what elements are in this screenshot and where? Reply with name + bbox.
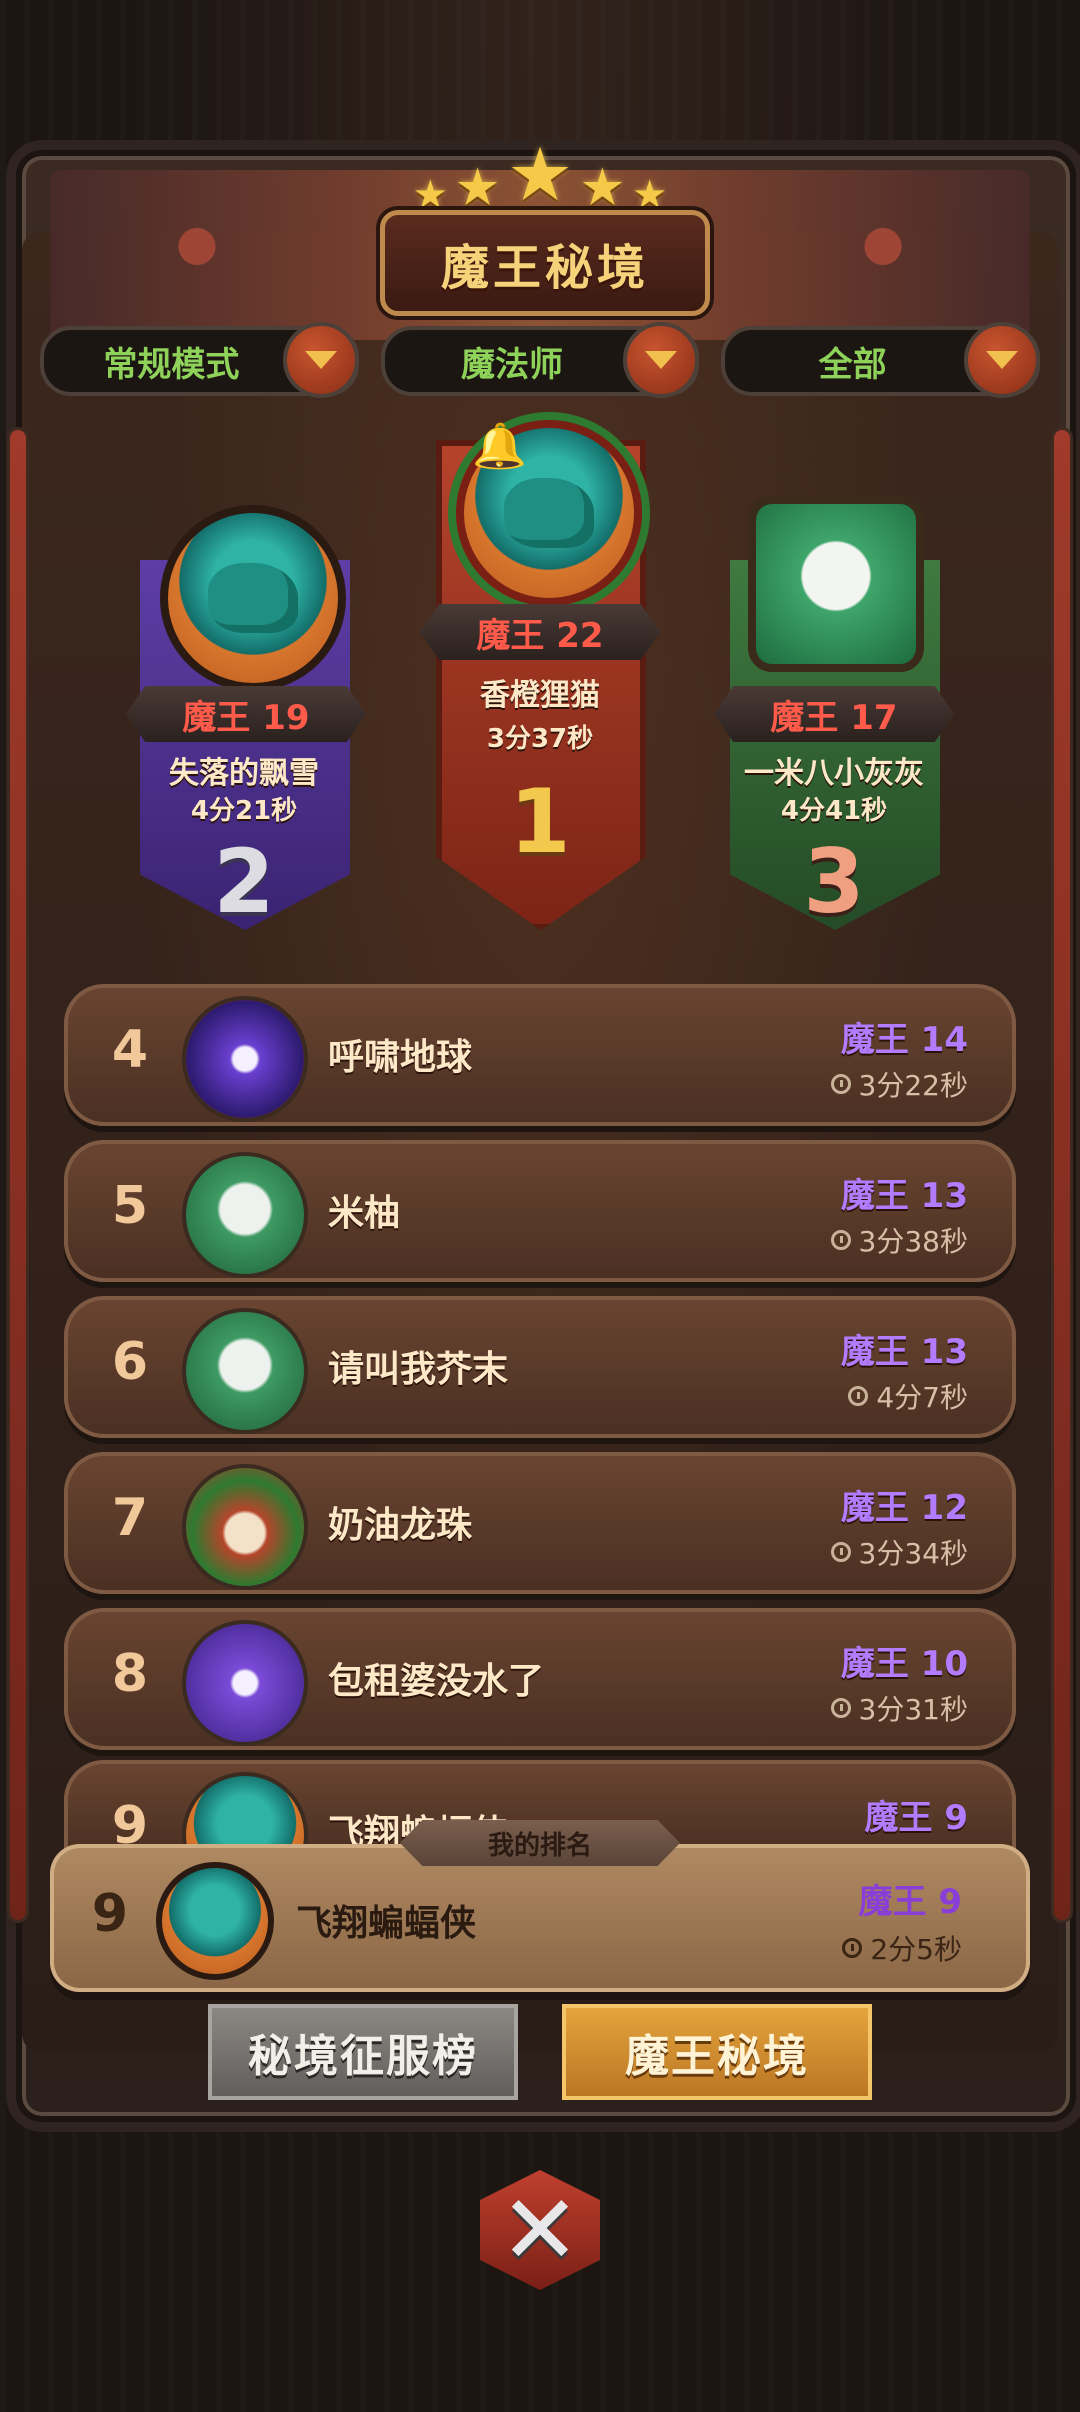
podium-first-name: 香橙狸猫 [480, 678, 600, 713]
row-level: 魔王 10 [840, 1644, 968, 1684]
row-time: 3分22秒 [830, 1064, 968, 1104]
right-rail [1054, 430, 1070, 1920]
class-filter-dropdown[interactable]: 魔法师 [380, 322, 700, 398]
row-time: 3分34秒 [830, 1532, 968, 1572]
tab-demon-realm[interactable]: 魔王秘境 [562, 2004, 872, 2100]
podium-first-rank: 1 [509, 770, 571, 873]
clock-icon [830, 1230, 851, 1250]
podium-first-level: 魔王 22 [476, 615, 604, 656]
filter-bar: 常规模式 魔法师 全部 [40, 322, 1041, 398]
my-level: 魔王 9 [858, 1882, 963, 1922]
avatar[interactable] [182, 1620, 308, 1746]
chevron-down-icon[interactable] [623, 322, 700, 398]
row-time-text: 3分38秒 [858, 1225, 968, 1258]
tab-conquest-label: 秘境征服榜 [248, 2031, 478, 2082]
my-ranking-label: 我的排名 [487, 1830, 592, 1861]
clock-icon [842, 1938, 863, 1958]
my-time-text: 2分5秒 [870, 1933, 962, 1966]
table-row[interactable]: 7 奶油龙珠 魔王 12 3分34秒 [64, 1452, 1016, 1594]
row-time: 4分7秒 [848, 1376, 968, 1416]
podium-third-time: 4分41秒 [780, 796, 888, 826]
row-level: 魔王 12 [840, 1488, 968, 1528]
podium-second-rank: 2 [213, 830, 275, 933]
table-row[interactable]: 6 请叫我芥末 魔王 13 4分7秒 [64, 1296, 1016, 1438]
row-time: 3分31秒 [830, 1688, 968, 1728]
podium-second-time: 4分21秒 [190, 796, 298, 826]
chevron-down-icon[interactable] [964, 322, 1041, 398]
row-rank: 5 [111, 1176, 149, 1236]
scope-filter-label: 全部 [818, 344, 887, 385]
star-icon: ★ [506, 132, 574, 218]
clock-icon [848, 1386, 869, 1406]
row-level: 魔王 13 [840, 1332, 968, 1372]
row-level: 魔王 13 [840, 1176, 968, 1216]
avatar[interactable] [182, 996, 308, 1122]
my-ranking-row[interactable]: 9 飞翔蝙蝠侠 魔王 9 2分5秒 [50, 1844, 1030, 1992]
avatar[interactable] [160, 505, 346, 691]
row-name: 包租婆没水了 [328, 1661, 545, 1702]
clock-icon [830, 1542, 851, 1562]
podium-third-name: 一米八小灰灰 [744, 756, 924, 791]
my-name: 飞翔蝙蝠侠 [296, 1903, 477, 1944]
page-title-plate: 魔王秘境 [380, 210, 710, 316]
tab-demon-label: 魔王秘境 [625, 2031, 809, 2082]
avatar[interactable] [748, 496, 924, 672]
page-title: 魔王秘境 [440, 240, 649, 296]
podium-third-rank: 3 [803, 830, 865, 933]
row-name: 请叫我芥末 [328, 1349, 509, 1390]
avatar[interactable] [182, 1152, 308, 1278]
level-ribbon: 魔王 19 [126, 686, 366, 742]
podium-second-name: 失落的飘雪 [169, 756, 319, 791]
clock-icon [830, 1074, 851, 1094]
table-row[interactable]: 4 呼啸地球 魔王 14 3分22秒 [64, 984, 1016, 1126]
row-name: 奶油龙珠 [328, 1505, 473, 1546]
clock-icon [830, 1698, 851, 1718]
row-rank: 4 [111, 1020, 149, 1080]
bell-icon: 🔔 [472, 421, 527, 472]
table-row[interactable]: 8 包租婆没水了 魔王 10 3分31秒 [64, 1608, 1016, 1750]
row-level: 魔王 14 [840, 1020, 968, 1060]
avatar[interactable] [182, 1464, 308, 1590]
row-rank: 6 [111, 1332, 149, 1392]
row-rank: 7 [111, 1488, 149, 1548]
row-name: 呼啸地球 [328, 1037, 473, 1078]
row-time-text: 3分34秒 [858, 1537, 968, 1570]
row-time-text: 3分22秒 [858, 1069, 968, 1102]
table-row[interactable]: 5 米柚 魔王 13 3分38秒 [64, 1140, 1016, 1282]
chevron-down-icon[interactable] [282, 322, 359, 398]
row-level: 魔王 9 [864, 1798, 969, 1838]
scope-filter-dropdown[interactable]: 全部 [721, 322, 1041, 398]
podium-third-level: 魔王 17 [770, 697, 898, 738]
avatar[interactable] [182, 1308, 308, 1434]
row-time-text: 3分31秒 [858, 1693, 968, 1726]
star-icon: ★ [579, 158, 626, 218]
my-ranking-tag: 我的排名 [400, 1820, 680, 1866]
my-time: 2分5秒 [842, 1928, 962, 1968]
row-time-text: 4分7秒 [876, 1381, 968, 1414]
podium-second-level: 魔王 19 [182, 697, 310, 738]
mode-filter-dropdown[interactable]: 常规模式 [40, 322, 359, 398]
level-ribbon: 魔王 22 [420, 604, 660, 660]
star-rating: ★ ★ ★ ★ ★ [0, 132, 1080, 218]
row-name: 米柚 [328, 1193, 401, 1234]
avatar[interactable] [156, 1862, 274, 1980]
row-rank: 8 [111, 1644, 149, 1704]
close-button[interactable]: ✕ [470, 2160, 610, 2300]
class-filter-label: 魔法师 [461, 344, 563, 385]
left-rail [10, 430, 26, 1920]
level-ribbon: 魔王 17 [714, 686, 954, 742]
close-icon[interactable]: ✕ [480, 2170, 600, 2290]
podium-first-time: 3分37秒 [486, 724, 594, 754]
tab-conquest-ranking[interactable]: 秘境征服榜 [208, 2004, 518, 2100]
row-time: 3分38秒 [830, 1220, 968, 1260]
star-icon: ★ [454, 158, 501, 218]
mode-filter-label: 常规模式 [103, 344, 240, 385]
my-rank: 9 [91, 1884, 129, 1944]
